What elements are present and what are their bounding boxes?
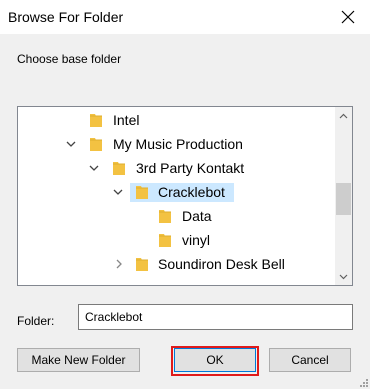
tree-item-data[interactable]: Data (18, 204, 336, 228)
tree-item-label: vinyl (182, 232, 211, 248)
chevron-down-icon[interactable] (64, 137, 78, 151)
ok-button[interactable]: OK (174, 348, 256, 372)
chevron-down-icon[interactable] (87, 161, 101, 175)
scroll-up-button[interactable] (335, 107, 352, 124)
tree-item-label: Cracklebot (158, 184, 225, 200)
tree-item-3rd-party-kontakt[interactable]: 3rd Party Kontakt (18, 156, 336, 180)
chevron-down-icon (339, 274, 348, 279)
folder-icon (159, 234, 171, 247)
tree-item-label: Data (182, 208, 212, 224)
cancel-button[interactable]: Cancel (269, 348, 351, 372)
close-icon (341, 10, 355, 24)
vertical-scrollbar[interactable] (335, 107, 352, 285)
description-text: Choose base folder (17, 52, 122, 66)
resize-grip-icon[interactable] (358, 377, 368, 387)
folder-tree[interactable]: Intel My Music Production 3rd Party Kont… (17, 106, 353, 286)
tree-item-vinyl[interactable]: vinyl (18, 228, 336, 252)
window-title: Browse For Folder (8, 9, 124, 25)
folder-field-label: Folder: (17, 314, 55, 328)
title-bar: Browse For Folder (0, 0, 370, 34)
tree-item-intel[interactable]: Intel (18, 108, 336, 132)
make-new-folder-button[interactable]: Make New Folder (17, 348, 140, 372)
folder-icon (90, 114, 102, 127)
tree-item-label: Soundiron Desk Bell (158, 256, 285, 272)
tree-item-label: 3rd Party Kontakt (136, 160, 245, 176)
tree-item-my-music-production[interactable]: My Music Production (18, 132, 336, 156)
chevron-right-icon[interactable] (112, 257, 126, 271)
folder-icon (90, 138, 102, 151)
close-button[interactable] (326, 0, 370, 34)
tree-item-label: Intel (113, 112, 140, 128)
folder-icon (136, 258, 148, 271)
tree-item-soundiron-desk-bell[interactable]: Soundiron Desk Bell (18, 252, 336, 276)
chevron-up-icon (339, 113, 348, 118)
tree-item-cracklebot[interactable]: Cracklebot (18, 180, 336, 204)
folder-icon (159, 210, 171, 223)
scroll-down-button[interactable] (335, 268, 352, 285)
tree-item-label: My Music Production (113, 136, 243, 152)
chevron-down-icon[interactable] (111, 185, 125, 199)
scroll-thumb[interactable] (336, 183, 351, 215)
folder-icon (136, 186, 148, 199)
folder-icon (113, 162, 125, 175)
folder-input[interactable]: Cracklebot (78, 304, 353, 330)
